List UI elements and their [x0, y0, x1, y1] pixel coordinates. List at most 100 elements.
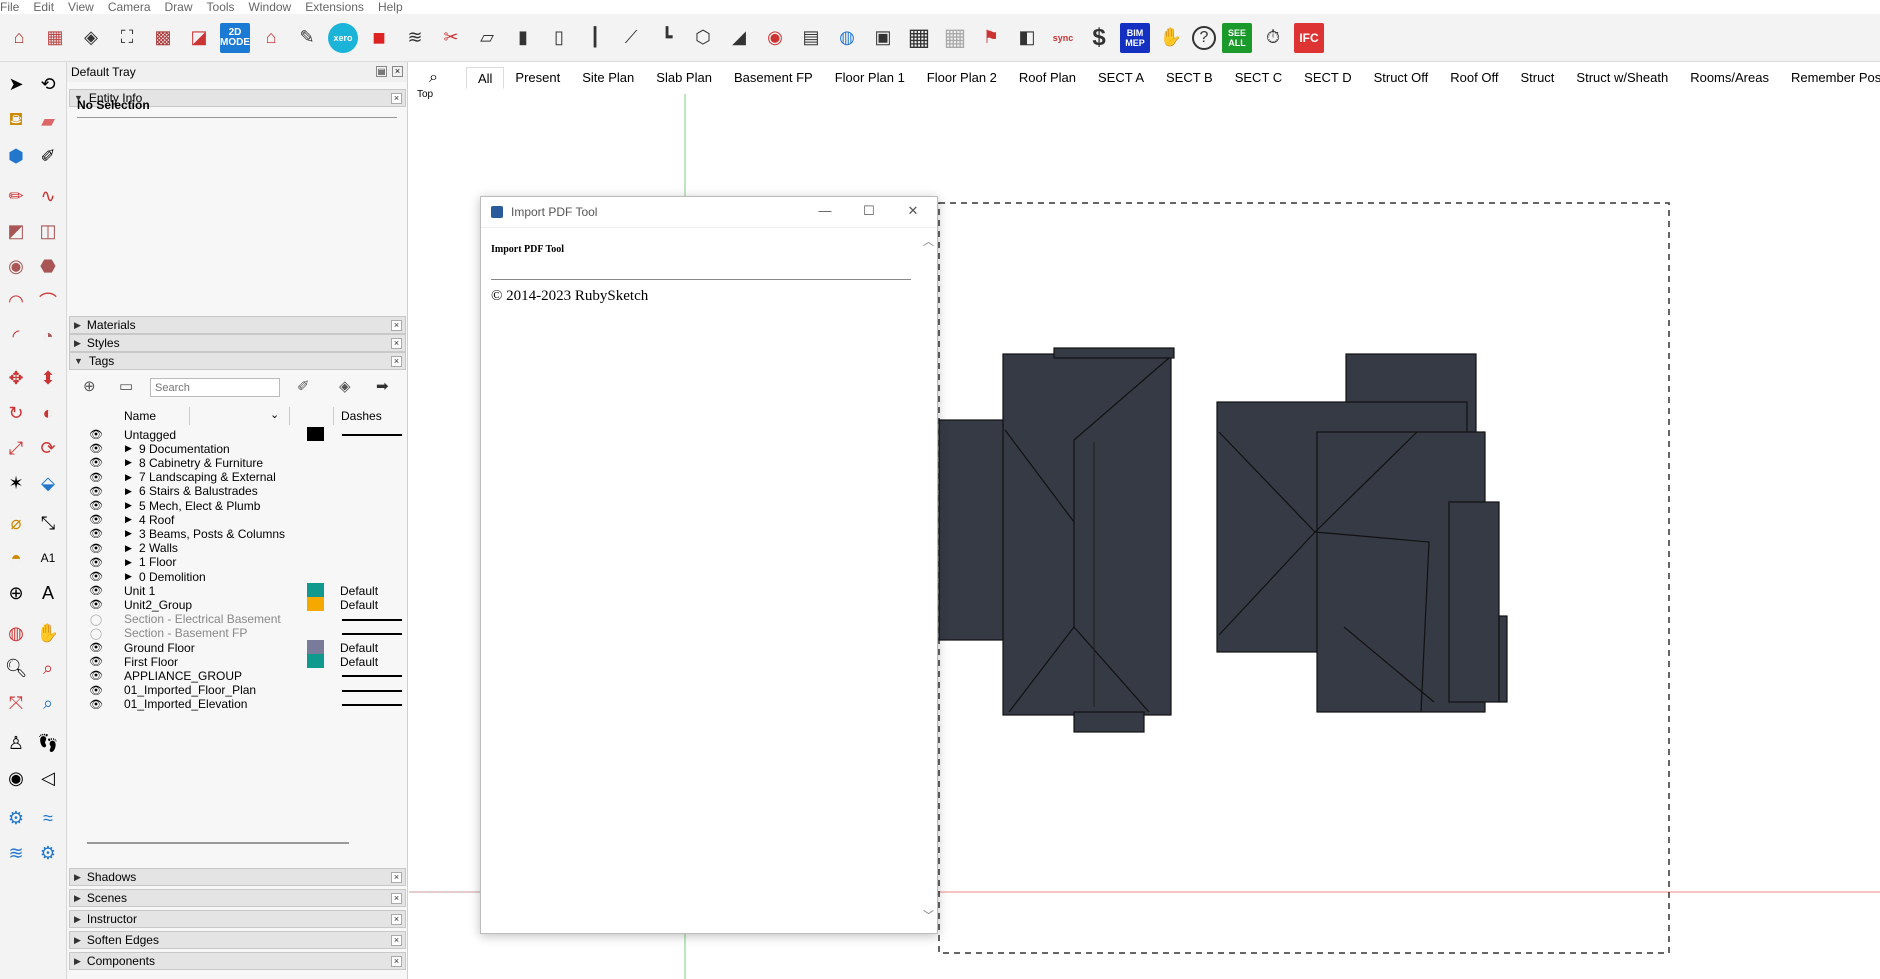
eye-icon[interactable]: 👁︎ — [89, 570, 103, 583]
scale-icon[interactable]: ⤢ — [2, 434, 30, 462]
scene-tab[interactable]: Roof Off — [1439, 67, 1509, 89]
pan-icon[interactable]: ✋ — [34, 619, 62, 647]
paint-bucket-icon[interactable]: ⛾ — [2, 107, 30, 135]
menu-help[interactable]: Help — [378, 0, 403, 14]
dash-line[interactable] — [342, 618, 402, 621]
expand-triangle-icon[interactable]: ▶ — [125, 557, 132, 568]
bim-mep-icon[interactable]: BIM MEP — [1120, 22, 1150, 53]
axes-icon[interactable]: ✶ — [2, 469, 30, 497]
pie-icon[interactable]: ◔ — [34, 322, 62, 350]
expand-triangle-icon[interactable]: ▶ — [125, 571, 132, 582]
layers-stack-icon[interactable]: ≋ — [2, 839, 30, 867]
panel-instructor[interactable]: ▶ Instructor × — [69, 910, 406, 928]
three-point-arc-icon[interactable]: ◜ — [2, 322, 30, 350]
scene-tab[interactable]: Roof Plan — [1008, 67, 1087, 89]
xero-icon[interactable]: xero — [328, 22, 358, 53]
tag-color-swatch[interactable] — [307, 654, 324, 669]
eye-icon[interactable]: 👁︎ — [89, 513, 103, 526]
dialog-scrollbar[interactable]: ︿ ﹀ — [921, 233, 935, 923]
lasso-icon[interactable]: ⟲ — [34, 70, 62, 98]
menu-camera[interactable]: Camera — [108, 0, 151, 14]
sync-icon[interactable]: sync — [1048, 23, 1078, 53]
scene-tab[interactable]: Slab Plan — [645, 67, 723, 89]
color-by-tag-icon[interactable]: ◈ — [339, 377, 351, 395]
eye-icon[interactable]: 👁︎ — [89, 499, 103, 512]
scene-tab[interactable]: SECT A — [1087, 67, 1155, 89]
scene-tab[interactable]: Rooms/Areas — [1679, 67, 1780, 89]
ifc-icon[interactable]: IFC — [1294, 22, 1324, 53]
wall-icon[interactable]: ▮ — [508, 23, 538, 53]
measure-icon[interactable]: ✂ — [436, 23, 466, 53]
tags-search-input[interactable] — [150, 378, 280, 397]
protractor-icon[interactable]: ◓ — [2, 544, 30, 572]
panel-shadows[interactable]: ▶ Shadows × — [69, 868, 406, 886]
zoom-window-icon[interactable]: ⌕ — [34, 654, 62, 682]
close-icon[interactable]: × — [391, 338, 402, 349]
stopwatch-icon[interactable]: ⏱ — [1258, 23, 1288, 53]
eye-icon[interactable]: 👁︎ — [89, 485, 103, 498]
scroll-down-icon[interactable]: ﹀ — [923, 907, 934, 923]
dialog-title-bar[interactable]: Import PDF Tool — ☐ ✕ — [481, 197, 937, 228]
eye-hidden-icon[interactable]: ◯ — [89, 627, 103, 640]
previous-view-icon[interactable]: ⌕ — [34, 689, 62, 717]
eye-icon[interactable]: 👁︎ — [89, 684, 103, 697]
dollar-icon[interactable]: $ — [1084, 23, 1114, 53]
scene-tab[interactable]: SECT D — [1293, 67, 1362, 89]
eye-icon[interactable]: 👁︎ — [89, 584, 103, 597]
offset-icon[interactable]: ⟳ — [34, 434, 62, 462]
plate-icon[interactable]: ▱ — [472, 23, 502, 53]
axes-tool-icon[interactable]: ⊕ — [2, 579, 30, 607]
freehand-icon[interactable]: ∿ — [34, 182, 62, 210]
paint-bucket-icon[interactable]: ⛶ — [112, 23, 142, 53]
wave-icon[interactable]: ≈ — [34, 804, 62, 832]
sandbox-icon[interactable]: ◈ — [76, 23, 106, 53]
tile-icon[interactable]: ▦ — [40, 23, 70, 53]
component-icon[interactable]: ⬢ — [2, 142, 30, 170]
tag-row[interactable]: 👁︎ 01_Imported_Elevation — [69, 696, 406, 713]
crop-icon[interactable]: ▩ — [148, 23, 178, 53]
walk-icon[interactable]: 👣︎ — [34, 729, 62, 757]
menu-extensions[interactable]: Extensions — [305, 0, 364, 14]
tag-color-swatch[interactable] — [307, 427, 324, 441]
tag-color-swatch[interactable] — [307, 583, 324, 598]
3d-text-icon[interactable]: A — [34, 579, 62, 607]
dash-line[interactable] — [342, 689, 402, 692]
tape-measure-icon[interactable]: ⌀ — [2, 509, 30, 537]
zoom-icon[interactable]: 🔍︎ — [2, 654, 30, 682]
arc-icon[interactable]: ◠ — [2, 287, 30, 315]
close-icon[interactable]: × — [391, 872, 402, 883]
help-icon[interactable]: ? — [1192, 25, 1216, 50]
position-camera-icon[interactable]: ♙ — [2, 729, 30, 757]
eye-icon[interactable]: 👁︎ — [89, 471, 103, 484]
details-arrow-icon[interactable]: ➡ — [376, 377, 389, 395]
rectangle-icon[interactable]: ◩ — [2, 217, 30, 245]
scene-tab[interactable]: SECT C — [1224, 67, 1293, 89]
layers-icon[interactable]: ≋ — [400, 23, 430, 53]
panel-materials[interactable]: ▶ Materials × — [69, 316, 406, 334]
dashes-column-header[interactable]: Dashes — [341, 409, 382, 423]
maximize-icon[interactable]: ☐ — [859, 203, 879, 219]
menu-view[interactable]: View — [68, 0, 94, 14]
expand-triangle-icon[interactable]: ▶ — [125, 500, 132, 511]
eye-icon[interactable]: 👁︎ — [89, 655, 103, 668]
close-icon[interactable]: × — [391, 320, 402, 331]
hand-icon[interactable]: ✋ — [1156, 23, 1186, 53]
eye-hidden-icon[interactable]: ◯ — [89, 613, 103, 626]
expand-triangle-icon[interactable]: ▶ — [125, 543, 132, 554]
scene-tab[interactable]: Remember Pos — [1780, 67, 1880, 89]
eye-icon[interactable]: 👁︎ — [89, 598, 103, 611]
flag-icon[interactable]: ⚑ — [976, 23, 1006, 53]
push-pull-icon[interactable]: ⬍ — [34, 364, 62, 392]
wave-settings-icon[interactable]: ⚙ — [34, 839, 62, 867]
search-icon[interactable]: ⌕ — [429, 69, 438, 87]
globe-icon[interactable]: ◍ — [832, 23, 862, 53]
beam-icon[interactable]: ⟋ — [616, 23, 646, 53]
expand-triangle-icon[interactable]: ▶ — [125, 514, 132, 525]
panel-scenes[interactable]: ▶ Scenes × — [69, 889, 406, 907]
circle-icon[interactable]: ◉ — [2, 252, 30, 280]
solid-icon[interactable]: ⬙ — [34, 469, 62, 497]
expand-triangle-icon[interactable]: ▶ — [125, 443, 132, 454]
menu-edit[interactable]: Edit — [33, 0, 54, 14]
scroll-up-icon[interactable]: ︿ — [923, 233, 934, 249]
eye-icon[interactable]: 👁︎ — [89, 556, 103, 569]
